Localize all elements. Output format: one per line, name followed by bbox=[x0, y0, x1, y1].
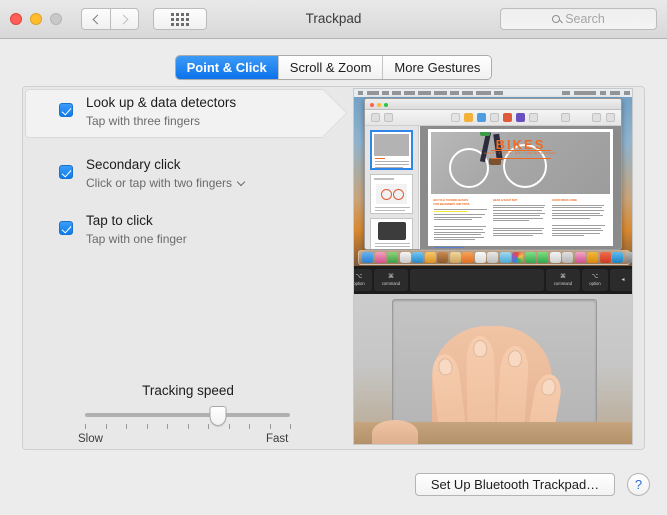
slider-tick bbox=[167, 424, 168, 429]
grid-dots-icon bbox=[171, 12, 189, 26]
option-subtitle[interactable]: Click or tap with two fingers bbox=[86, 176, 246, 190]
slider-tick bbox=[269, 424, 271, 429]
chevron-right-icon bbox=[118, 14, 128, 24]
help-button[interactable]: ? bbox=[627, 473, 650, 496]
key-option-right: ⌥ option bbox=[582, 269, 608, 291]
option-subtitle: Tap with three fingers bbox=[86, 114, 200, 128]
navigation-buttons bbox=[81, 8, 139, 30]
preview-fingernail bbox=[436, 357, 453, 377]
minimize-window-button[interactable] bbox=[30, 13, 42, 25]
preferences-panel: Look up & data detectors Tap with three … bbox=[22, 86, 645, 450]
option-row-look-up[interactable]: Look up & data detectors Tap with three … bbox=[23, 87, 346, 140]
selected-row-pointer bbox=[322, 89, 346, 137]
checkbox-look-up[interactable] bbox=[59, 103, 73, 117]
key-option-left: ⌥ option bbox=[354, 269, 372, 291]
tab-bar: Point & Click Scroll & Zoom More Gesture… bbox=[0, 56, 667, 79]
forward-button[interactable] bbox=[110, 8, 139, 30]
preview-trackpad-photo: ⌥ option ⌘ command ⌘ command ⌥ option ◂ bbox=[354, 266, 632, 444]
preview-desktop-screenshot: BIKES ENJOY A RIDE, NOT THE RIDESHARE BI… bbox=[354, 89, 632, 266]
preview-fingernail bbox=[473, 339, 488, 358]
tab-scroll-and-zoom[interactable]: Scroll & Zoom bbox=[278, 56, 384, 79]
option-row-tap-to-click[interactable]: Tap to click Tap with one finger bbox=[23, 205, 345, 258]
zoom-window-button[interactable] bbox=[50, 13, 62, 25]
slider-tick bbox=[208, 424, 209, 429]
option-subtitle-text: Tap with three fingers bbox=[86, 114, 201, 128]
key-command-left: ⌘ command bbox=[374, 269, 408, 291]
back-button[interactable] bbox=[81, 8, 110, 30]
slider-tick bbox=[187, 424, 189, 429]
option-title: Look up & data detectors bbox=[86, 95, 237, 110]
window-titlebar: Trackpad Search bbox=[0, 0, 667, 39]
preview-document-page: BIKES ENJOY A RIDE, NOT THE RIDESHARE BI… bbox=[428, 129, 613, 248]
preview-fingernail bbox=[507, 349, 523, 368]
gesture-preview-video[interactable]: BIKES ENJOY A RIDE, NOT THE RIDESHARE BI… bbox=[353, 88, 633, 445]
preview-window-toolbar bbox=[365, 110, 621, 126]
chevron-down-icon[interactable] bbox=[236, 177, 246, 186]
show-all-button[interactable] bbox=[153, 8, 207, 30]
slider-min-label: Slow bbox=[78, 433, 103, 445]
close-window-button[interactable] bbox=[10, 13, 22, 25]
slider-tick bbox=[290, 424, 291, 429]
option-title: Tap to click bbox=[86, 213, 153, 228]
search-field[interactable]: Search bbox=[500, 8, 657, 30]
tracking-speed-control: Tracking speed Slow Fast bbox=[23, 383, 353, 445]
checkbox-secondary-click[interactable] bbox=[59, 165, 73, 179]
option-row-secondary-click[interactable]: Secondary click Click or tap with two fi… bbox=[23, 149, 345, 202]
tracking-speed-track[interactable] bbox=[85, 413, 290, 417]
slider-tick bbox=[85, 424, 86, 429]
search-placeholder: Search bbox=[565, 12, 605, 26]
tab-point-and-click[interactable]: Point & Click bbox=[175, 56, 279, 79]
option-subtitle-text: Click or tap with two fingers bbox=[86, 176, 233, 190]
tracking-speed-label: Tracking speed bbox=[142, 383, 234, 398]
chevron-left-icon bbox=[92, 14, 103, 24]
preview-window-titlebar bbox=[365, 99, 621, 110]
preview-pages-window: BIKES ENJOY A RIDE, NOT THE RIDESHARE BI… bbox=[364, 98, 622, 250]
preview-keyboard-row: ⌥ option ⌘ command ⌘ command ⌥ option ◂ bbox=[354, 266, 632, 294]
gesture-options-list: Look up & data detectors Tap with three … bbox=[23, 87, 346, 246]
preview-page-thumbnails bbox=[365, 126, 419, 249]
preview-document-subtitle: ENJOY A RIDE, NOT THE RIDESHARE bbox=[484, 151, 557, 155]
tracking-speed-thumb[interactable] bbox=[209, 406, 227, 426]
option-title: Secondary click bbox=[86, 157, 181, 172]
key-command-right: ⌘ command bbox=[546, 269, 580, 291]
key-spacebar bbox=[410, 269, 544, 291]
tab-more-gestures[interactable]: More Gestures bbox=[383, 56, 492, 79]
slider-tick bbox=[249, 424, 250, 429]
setup-bluetooth-trackpad-button[interactable]: Set Up Bluetooth Trackpad… bbox=[415, 473, 615, 496]
preview-document-canvas: BIKES ENJOY A RIDE, NOT THE RIDESHARE BI… bbox=[420, 126, 621, 249]
tracking-speed-ticks bbox=[85, 424, 291, 430]
preview-thumb-edge bbox=[372, 420, 418, 444]
preview-hero-image: BIKES ENJOY A RIDE, NOT THE RIDESHARE bbox=[431, 132, 610, 194]
slider-max-label: Fast bbox=[266, 433, 289, 445]
checkbox-tap-to-click[interactable] bbox=[59, 221, 73, 235]
preview-fingernail bbox=[540, 377, 558, 397]
slider-tick bbox=[105, 424, 107, 429]
slider-tick bbox=[228, 424, 230, 429]
option-subtitle-text: Tap with one finger bbox=[86, 232, 187, 246]
slider-tick bbox=[126, 424, 127, 429]
preview-menubar bbox=[354, 89, 632, 97]
traffic-lights bbox=[10, 13, 62, 25]
option-subtitle: Tap with one finger bbox=[86, 232, 187, 246]
search-icon bbox=[552, 15, 561, 23]
slider-tick bbox=[146, 424, 148, 429]
key-arrow: ◂ bbox=[610, 269, 632, 291]
preview-dock bbox=[358, 250, 632, 265]
